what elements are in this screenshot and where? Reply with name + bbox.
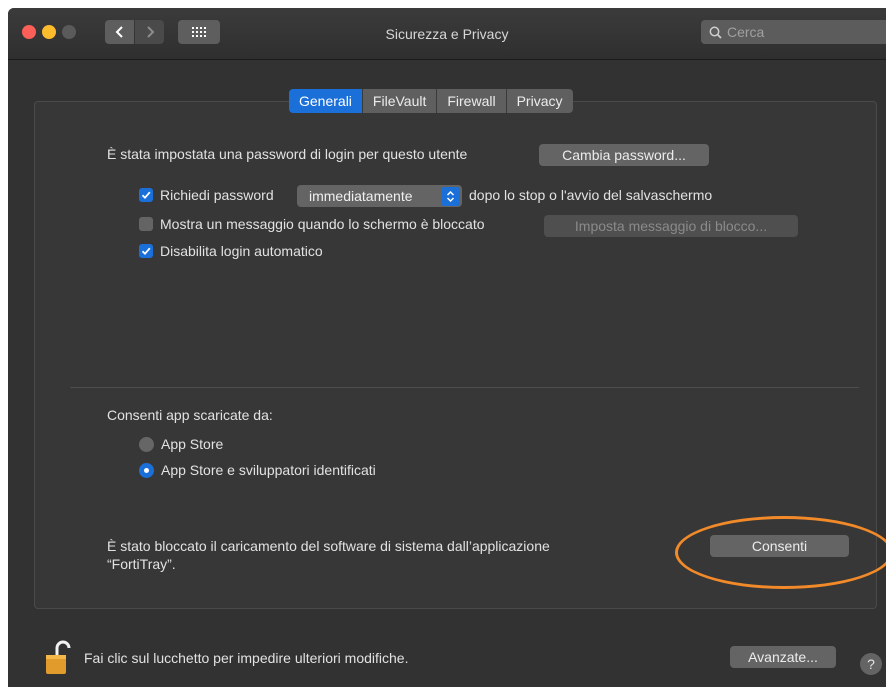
password-set-text: È stata impostata una password di login … [107,146,468,162]
tab-generali[interactable]: Generali [289,89,363,113]
tab-privacy[interactable]: Privacy [506,89,573,113]
tab-firewall[interactable]: Firewall [437,89,507,113]
checkmark-icon [141,247,151,256]
disable-autologin-checkbox[interactable] [139,244,153,258]
blocked-software-app-name: “FortiTray”. [107,556,176,572]
search-input[interactable] [727,24,867,40]
radio-app-store-identified-label: App Store e sviluppatori identificati [161,462,376,478]
require-password-checkbox[interactable] [139,188,153,202]
unlocked-padlock-icon[interactable] [46,640,72,679]
show-message-checkbox[interactable] [139,217,153,231]
advanced-button[interactable]: Avanzate... [730,646,836,668]
disable-autologin-label: Disabilita login automatico [160,243,323,259]
change-password-button[interactable]: Cambia password... [539,144,709,166]
tab-filevault[interactable]: FileVault [362,89,438,113]
section-divider [70,387,859,388]
title-bar: Sicurezza e Privacy [8,8,886,60]
blocked-software-text: È stato bloccato il caricamento del soft… [107,538,550,554]
require-password-suffix: dopo lo stop o l'avvio del salvaschermo [469,187,713,203]
highlight-annotation [675,516,886,589]
require-password-popup[interactable]: immediatamente [297,185,462,207]
require-password-popup-value: immediatamente [309,188,413,204]
radio-app-store[interactable] [139,437,154,452]
help-button[interactable]: ? [860,653,882,675]
search-icon [709,26,722,39]
radio-app-store-identified[interactable] [139,463,154,478]
preferences-window: Sicurezza e Privacy Generali FileVault F… [8,8,886,687]
radio-app-store-label: App Store [161,436,224,452]
lock-instruction-text: Fai clic sul lucchetto per impedire ulte… [84,650,409,666]
allow-downloads-heading: Consenti app scaricate da: [107,407,273,423]
updown-chevron-icon [441,186,460,206]
checkmark-icon [141,191,151,200]
tab-bar: Generali FileVault Firewall Privacy [289,89,573,113]
set-lock-message-button[interactable]: Imposta messaggio di blocco... [544,215,798,237]
show-message-label: Mostra un messaggio quando lo schermo è … [160,216,485,232]
require-password-label: Richiedi password [160,187,274,203]
search-field[interactable] [701,20,886,44]
